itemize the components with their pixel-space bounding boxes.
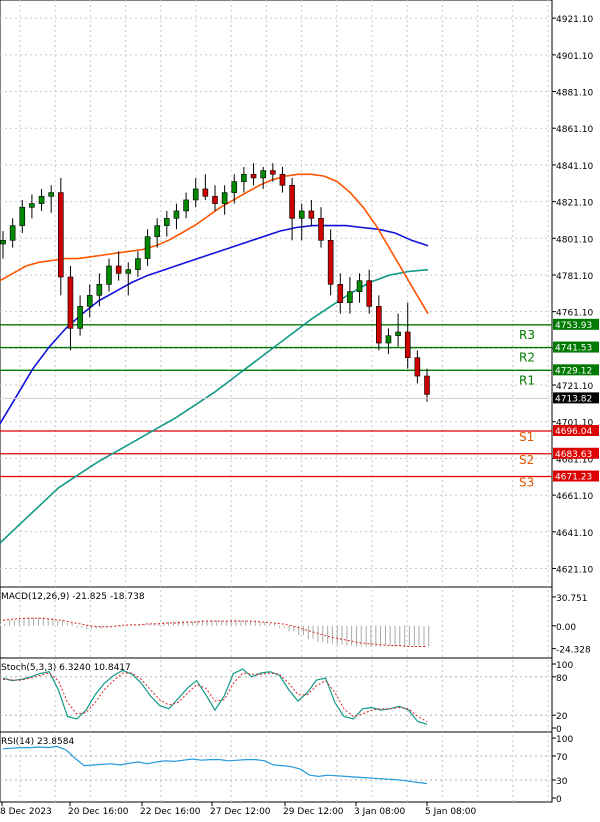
level-name-s1: S1 [519, 430, 534, 444]
level-name-r1: R1 [519, 373, 535, 387]
level-name-s3: S3 [519, 476, 534, 490]
stoch-tick-label: 100 [556, 661, 573, 671]
stoch-tick-label: 20 [556, 712, 568, 722]
candle-body [135, 258, 141, 270]
price-panel [0, 0, 553, 588]
price-tick-label: 4781.10 [556, 272, 593, 282]
rsi-tick-label: 100 [556, 735, 573, 745]
candle-body [86, 295, 93, 307]
candle-body [19, 206, 26, 226]
chart-window: 4921.10 4901.10 4881.10 4861.10 4841.10 4821.… [0, 0, 600, 818]
stoch-tick-label: 80 [556, 674, 568, 684]
price-tick-label: 4901.10 [556, 52, 593, 62]
trading-chart: 4921.10 4901.10 4881.10 4861.10 4841.10 4821.… [0, 0, 599, 817]
candle-body [279, 173, 286, 186]
candle-body [192, 188, 199, 201]
candle-body [144, 236, 151, 259]
time-tick-label: 27 Dec 12:00 [210, 807, 271, 817]
candle-body [356, 280, 363, 292]
candle-body [29, 203, 35, 208]
candle-body [202, 188, 209, 197]
candle-body [0, 240, 6, 245]
price-tick-label: 4921.10 [556, 15, 593, 25]
candle-body [385, 335, 392, 344]
time-tick-label: 5 Jan 08:00 [425, 807, 477, 817]
level-name-r3: R3 [519, 328, 535, 342]
candle-body [241, 173, 247, 182]
price-tick-label: 4841.10 [556, 162, 593, 172]
candle-body [424, 375, 430, 395]
candle-body [9, 225, 16, 241]
candle-body [404, 331, 411, 359]
time-tick-label: 8 Dec 2023 [0, 807, 52, 817]
time-tick-label: 29 Dec 12:00 [283, 807, 344, 817]
candle-body [48, 192, 54, 197]
price-tick-label: 4621.10 [556, 565, 593, 575]
rsi-panel [0, 731, 553, 803]
level-price-label: 4741.53 [555, 344, 592, 354]
price-tick-label: 4861.10 [556, 125, 593, 135]
candle-body [395, 331, 401, 336]
candle-body [154, 225, 160, 237]
level-price-label: 4729.12 [555, 366, 592, 376]
level-name-s2: S2 [519, 453, 534, 467]
candle-body [77, 306, 83, 329]
candle-body [298, 210, 305, 219]
price-tick-label: 4821.10 [556, 199, 593, 209]
level-price-label: 4683.63 [555, 450, 592, 460]
candle-body [308, 210, 315, 219]
stoch-tick-label: 0 [556, 725, 562, 735]
level-price-label: 4671.23 [555, 473, 592, 483]
candle-body [260, 170, 266, 179]
level-price-label: 4696.04 [555, 427, 592, 437]
price-axis: 4921.10 4901.10 4881.10 4861.10 4841.10 4821.… [552, 15, 593, 575]
candle-body [327, 240, 334, 285]
price-tick-label: 4881.10 [556, 89, 593, 99]
candle-body [318, 217, 324, 241]
candle-body [58, 192, 64, 278]
rsi-tick-label: 0 [556, 795, 562, 805]
candle-body [337, 284, 344, 303]
candle-body [212, 195, 218, 204]
candle-body [347, 291, 353, 303]
macd-tick-label: 0.00 [556, 623, 576, 633]
candle-body [106, 265, 112, 285]
candle-body [366, 280, 372, 307]
current-price-label: 4713.82 [555, 394, 592, 404]
price-tick-label: 4761.10 [556, 309, 593, 319]
price-tick-label: 4661.10 [556, 492, 593, 502]
candle-body [221, 192, 228, 204]
candle-body [125, 269, 132, 274]
level-name-r2: R2 [519, 351, 535, 365]
candle-body [173, 210, 180, 219]
rsi-title: RSI(14) 23.8584 [1, 737, 74, 747]
rsi-tick-label: 30 [556, 777, 568, 787]
candle-body [376, 306, 382, 344]
macd-tick-label: 30.751 [556, 594, 588, 604]
candle-body [250, 173, 257, 179]
stoch-title: Stoch(5,3,3) 6.3240 10.8417 [1, 663, 131, 673]
time-axis: 8 Dec 2023 20 Dec 16:00 22 Dec 16:00 27 Dec… [0, 802, 477, 817]
macd-tick-label: -24.328 [556, 646, 591, 656]
time-tick-label: 22 Dec 16:00 [140, 807, 201, 817]
time-tick-label: 20 Dec 16:00 [68, 807, 129, 817]
level-price-label: 4753.93 [555, 321, 592, 331]
rsi-tick-label: 70 [556, 753, 568, 763]
candle-body [38, 195, 45, 204]
candle-body [115, 265, 122, 274]
price-tick-label: 4801.10 [556, 235, 593, 245]
candle-body [289, 184, 295, 219]
price-tick-label: 4721.10 [556, 382, 593, 392]
price-tick-label: 4641.10 [556, 529, 593, 539]
macd-title: MACD(12,26,9) -21.825 -18.738 [1, 592, 145, 602]
candle-body [270, 170, 276, 175]
candle-body [96, 284, 103, 296]
candle-body [231, 181, 238, 193]
candle-body [67, 276, 74, 329]
time-tick-label: 3 Jan 08:00 [354, 807, 406, 817]
candle-body [164, 217, 170, 226]
candle-body [414, 357, 421, 377]
candle-body [183, 199, 189, 212]
